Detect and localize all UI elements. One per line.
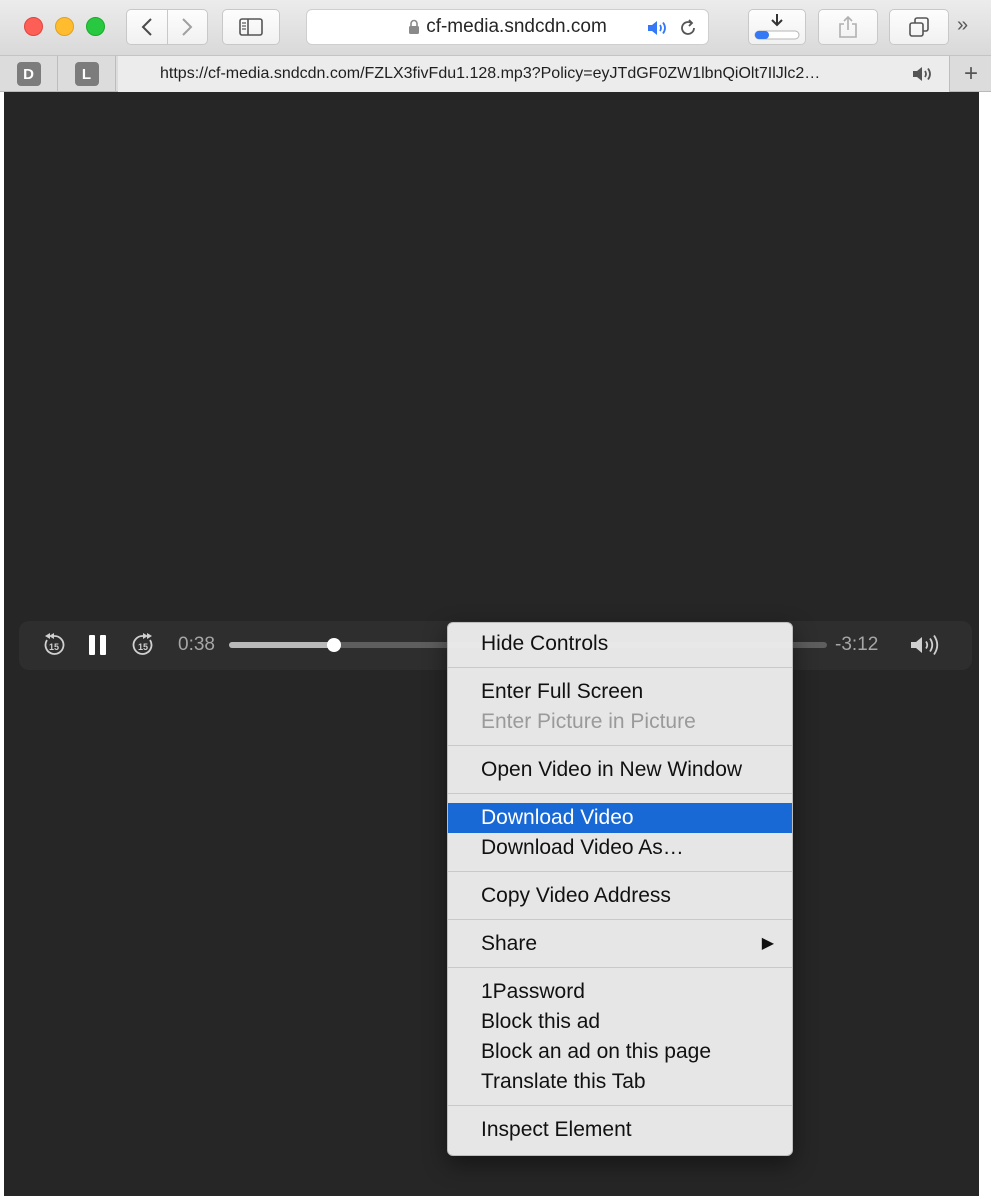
menu-separator (448, 667, 792, 668)
skip-back-15-icon[interactable]: 15 (41, 632, 67, 663)
menu-item-block-this-ad[interactable]: Block this ad (448, 1007, 792, 1037)
chevron-left-icon (141, 18, 152, 36)
scrubber-knob[interactable] (326, 638, 341, 652)
share-icon (839, 15, 857, 38)
menu-item-label: Block an ad on this page (481, 1040, 711, 1063)
speaker-icon[interactable] (646, 18, 672, 43)
download-progress-icon (754, 14, 800, 40)
chevron-right-icon (182, 18, 193, 36)
menu-item-label: Translate this Tab (481, 1070, 646, 1093)
sidebar-button[interactable] (222, 9, 280, 45)
navigation-buttons (126, 9, 208, 45)
menu-item-label: Share (481, 932, 538, 955)
menu-item-label: Download Video As… (481, 836, 684, 859)
menu-item-label: Copy Video Address (481, 884, 671, 907)
reload-icon[interactable] (678, 18, 698, 43)
menu-item-hide-controls[interactable]: Hide Controls (448, 629, 792, 659)
menu-item-label: 1Password (481, 980, 585, 1003)
menu-item-copy-video-address[interactable]: Copy Video Address (448, 881, 792, 911)
forward-button[interactable] (166, 10, 208, 44)
menu-item-share[interactable]: Share ▶ (448, 929, 792, 959)
active-tab[interactable]: https://cf-media.sndcdn.com/FZLX3fivFdu1… (118, 56, 950, 92)
menu-item-label: Download Video (481, 806, 634, 829)
menu-item-label: Hide Controls (481, 632, 609, 655)
pinned-tab-d-icon: D (16, 62, 41, 86)
menu-item-label: Enter Full Screen (481, 680, 644, 703)
pinned-tab-d[interactable]: D (0, 56, 58, 92)
lock-icon (409, 19, 420, 34)
volume-icon[interactable] (909, 633, 945, 662)
menu-item-label: Open Video in New Window (481, 758, 743, 781)
menu-item-download-video-as[interactable]: Download Video As… (448, 833, 792, 863)
scrubber-progress (229, 642, 334, 648)
menu-item-label: Inspect Element (481, 1118, 632, 1141)
menu-item-label: Block this ad (481, 1010, 601, 1033)
tab-bar: D L https://cf-media.sndcdn.com/FZLX3fiv… (0, 56, 991, 92)
submenu-arrow-icon: ▶ (761, 935, 774, 952)
menu-item-enter-picture-in-picture: Enter Picture in Picture (448, 707, 792, 737)
share-button[interactable] (818, 9, 878, 45)
sidebar-icon (239, 18, 263, 36)
context-menu: Hide Controls Enter Full Screen Enter Pict… (447, 622, 793, 1156)
address-host: cf-media.sndcdn.com (426, 16, 607, 37)
skip-forward-15-icon[interactable]: 15 (130, 632, 156, 663)
address-bar[interactable]: cf-media.sndcdn.com (306, 9, 709, 45)
pinned-tab-l[interactable]: L (58, 56, 116, 92)
back-button[interactable] (127, 10, 167, 44)
downloads-button[interactable] (748, 9, 806, 45)
active-tab-title: https://cf-media.sndcdn.com/FZLX3fivFdu1… (160, 65, 821, 82)
tab-speaker-icon[interactable] (911, 64, 937, 89)
menu-item-enter-full-screen[interactable]: Enter Full Screen (448, 677, 792, 707)
minimize-window-button[interactable] (55, 17, 74, 36)
menu-separator (448, 967, 792, 968)
remaining-time: -3:12 (835, 634, 879, 655)
browser-toolbar: cf-media.sndcdn.com » (0, 0, 991, 56)
skip-back-label: 15 (49, 642, 59, 652)
menu-separator (448, 871, 792, 872)
elapsed-time: 0:38 (178, 634, 215, 655)
menu-item-download-video[interactable]: Download Video (448, 803, 792, 833)
menu-separator (448, 1105, 792, 1106)
menu-item-translate-this-tab[interactable]: Translate this Tab (448, 1067, 792, 1097)
menu-item-block-an-ad-on-this-page[interactable]: Block an ad on this page (448, 1037, 792, 1067)
close-window-button[interactable] (24, 17, 43, 36)
show-all-tabs-button[interactable] (889, 9, 949, 45)
menu-separator (448, 793, 792, 794)
zoom-window-button[interactable] (86, 17, 105, 36)
menu-item-open-video-in-new-window[interactable]: Open Video in New Window (448, 755, 792, 785)
pause-icon[interactable] (87, 633, 109, 662)
menu-item-inspect-element[interactable]: Inspect Element (448, 1115, 792, 1145)
menu-item-label: Enter Picture in Picture (481, 710, 696, 733)
menu-item-1password[interactable]: 1Password (448, 977, 792, 1007)
pinned-tab-l-icon: L (74, 62, 99, 86)
tabs-overview-icon (909, 17, 929, 37)
menu-separator (448, 745, 792, 746)
toolbar-overflow-button[interactable]: » (957, 14, 968, 37)
skip-forward-label: 15 (138, 642, 148, 652)
menu-separator (448, 919, 792, 920)
new-tab-button[interactable]: + (951, 56, 991, 92)
